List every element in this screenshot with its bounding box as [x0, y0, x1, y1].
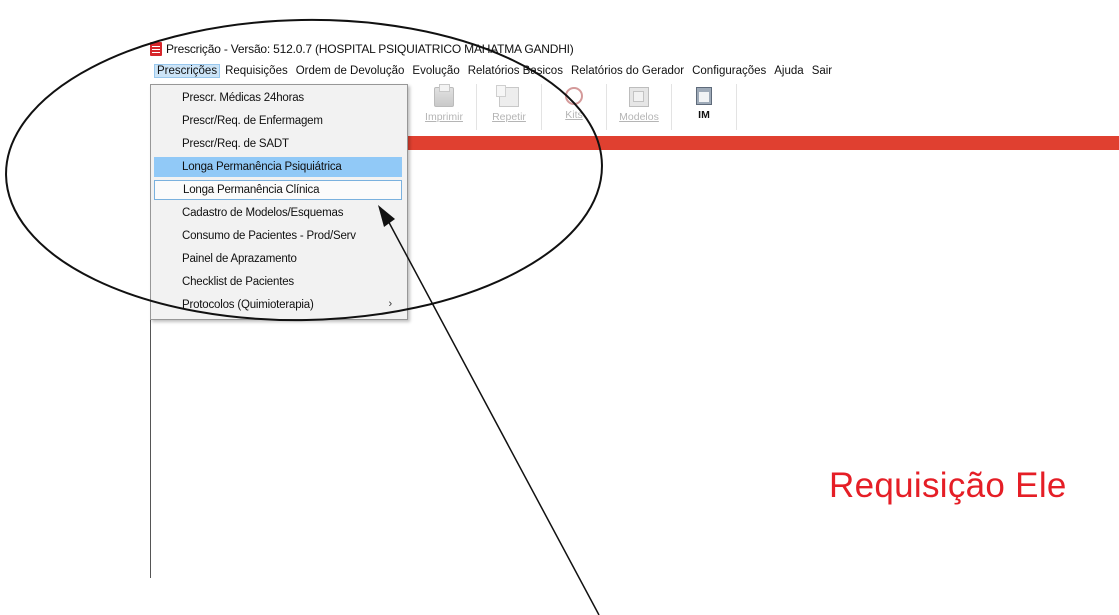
- menu-configuracoes[interactable]: Configurações: [689, 64, 769, 78]
- document-icon: [150, 42, 162, 56]
- im-button[interactable]: IM: [672, 84, 737, 130]
- repeat-button[interactable]: Repetir: [477, 84, 542, 130]
- menu-ajuda[interactable]: Ajuda: [771, 64, 806, 78]
- menu-item-cadastro-modelos-esquemas[interactable]: Cadastro de Modelos/Esquemas: [154, 203, 402, 223]
- repeat-icon: [496, 85, 519, 107]
- menu-relatorios-basicos[interactable]: Relatórios Basicos: [465, 64, 566, 78]
- menu-ordem-de-devolucao[interactable]: Ordem de Devolução: [293, 64, 408, 78]
- page-heading: Requisição Ele: [829, 466, 1067, 505]
- menu-item-label: Prescr. Médicas 24horas: [182, 92, 304, 104]
- toolbar: Imprimir Repetir Kits Modelos IM: [412, 84, 737, 132]
- menu-item-label: Longa Permanência Psiquiátrica: [182, 161, 342, 173]
- menu-item-label: Cadastro de Modelos/Esquemas: [182, 207, 344, 219]
- menu-item-prescr-req-sadt[interactable]: Prescr/Req. de SADT: [154, 134, 402, 154]
- menu-item-label: Consumo de Pacientes - Prod/Serv: [182, 230, 356, 242]
- menu-relatorios-do-gerador[interactable]: Relatórios do Gerador: [568, 64, 687, 78]
- menu-item-longa-permanencia-clinica[interactable]: Longa Permanência Clínica: [154, 180, 402, 200]
- models-button[interactable]: Modelos: [607, 84, 672, 130]
- menu-item-prescr-req-enfermagem[interactable]: Prescr/Req. de Enfermagem: [154, 111, 402, 131]
- window-title: Prescrição - Versão: 512.0.7 (HOSPITAL P…: [166, 42, 574, 56]
- menu-item-checklist-de-pacientes[interactable]: Checklist de Pacientes: [154, 272, 402, 292]
- repeat-label: Repetir: [492, 111, 526, 123]
- menu-item-prescr-medicas-24horas[interactable]: Prescr. Médicas 24horas: [154, 88, 402, 108]
- menu-item-consumo-de-pacientes[interactable]: Consumo de Pacientes - Prod/Serv: [154, 226, 402, 246]
- chevron-right-icon: ›: [388, 298, 393, 310]
- models-label: Modelos: [619, 111, 659, 123]
- menu-item-label: Checklist de Pacientes: [182, 276, 294, 288]
- menu-item-label: Prescr/Req. de SADT: [182, 138, 289, 150]
- menu-item-protocolos-quimioterapia[interactable]: Protocolos (Quimioterapia) ›: [154, 295, 402, 315]
- print-button[interactable]: Imprimir: [412, 84, 477, 130]
- menu-bar: Prescrições Requisições Ordem de Devoluç…: [154, 62, 837, 80]
- menu-item-painel-de-aprazamento[interactable]: Painel de Aprazamento: [154, 249, 402, 269]
- annotation-arrow-line: [384, 214, 600, 615]
- menu-evolucao[interactable]: Evolução: [409, 64, 462, 78]
- menu-item-label: Longa Permanência Clínica: [183, 184, 320, 196]
- menu-item-label: Prescr/Req. de Enfermagem: [182, 115, 323, 127]
- im-icon: [696, 87, 712, 105]
- models-icon: [629, 87, 649, 107]
- kits-icon: [565, 87, 583, 105]
- menu-item-label: Protocolos (Quimioterapia): [182, 299, 314, 311]
- menu-prescricoes[interactable]: Prescrições: [154, 64, 221, 78]
- kits-label: Kits: [565, 109, 583, 121]
- menu-item-label: Painel de Aprazamento: [182, 253, 297, 265]
- menu-requisicoes[interactable]: Requisições: [222, 64, 291, 78]
- content-left-border: [150, 318, 151, 578]
- print-label: Imprimir: [425, 111, 463, 123]
- header-red-band: [408, 136, 1119, 150]
- window-titlebar: Prescrição - Versão: 512.0.7 (HOSPITAL P…: [150, 39, 574, 59]
- prescricoes-dropdown-menu: Prescr. Médicas 24horas Prescr/Req. de E…: [150, 84, 408, 320]
- kits-button[interactable]: Kits: [542, 84, 607, 130]
- menu-sair[interactable]: Sair: [809, 64, 835, 78]
- menu-item-longa-permanencia-psiquiatrica[interactable]: Longa Permanência Psiquiátrica: [154, 157, 402, 177]
- printer-icon: [434, 84, 454, 107]
- im-label: IM: [698, 109, 710, 121]
